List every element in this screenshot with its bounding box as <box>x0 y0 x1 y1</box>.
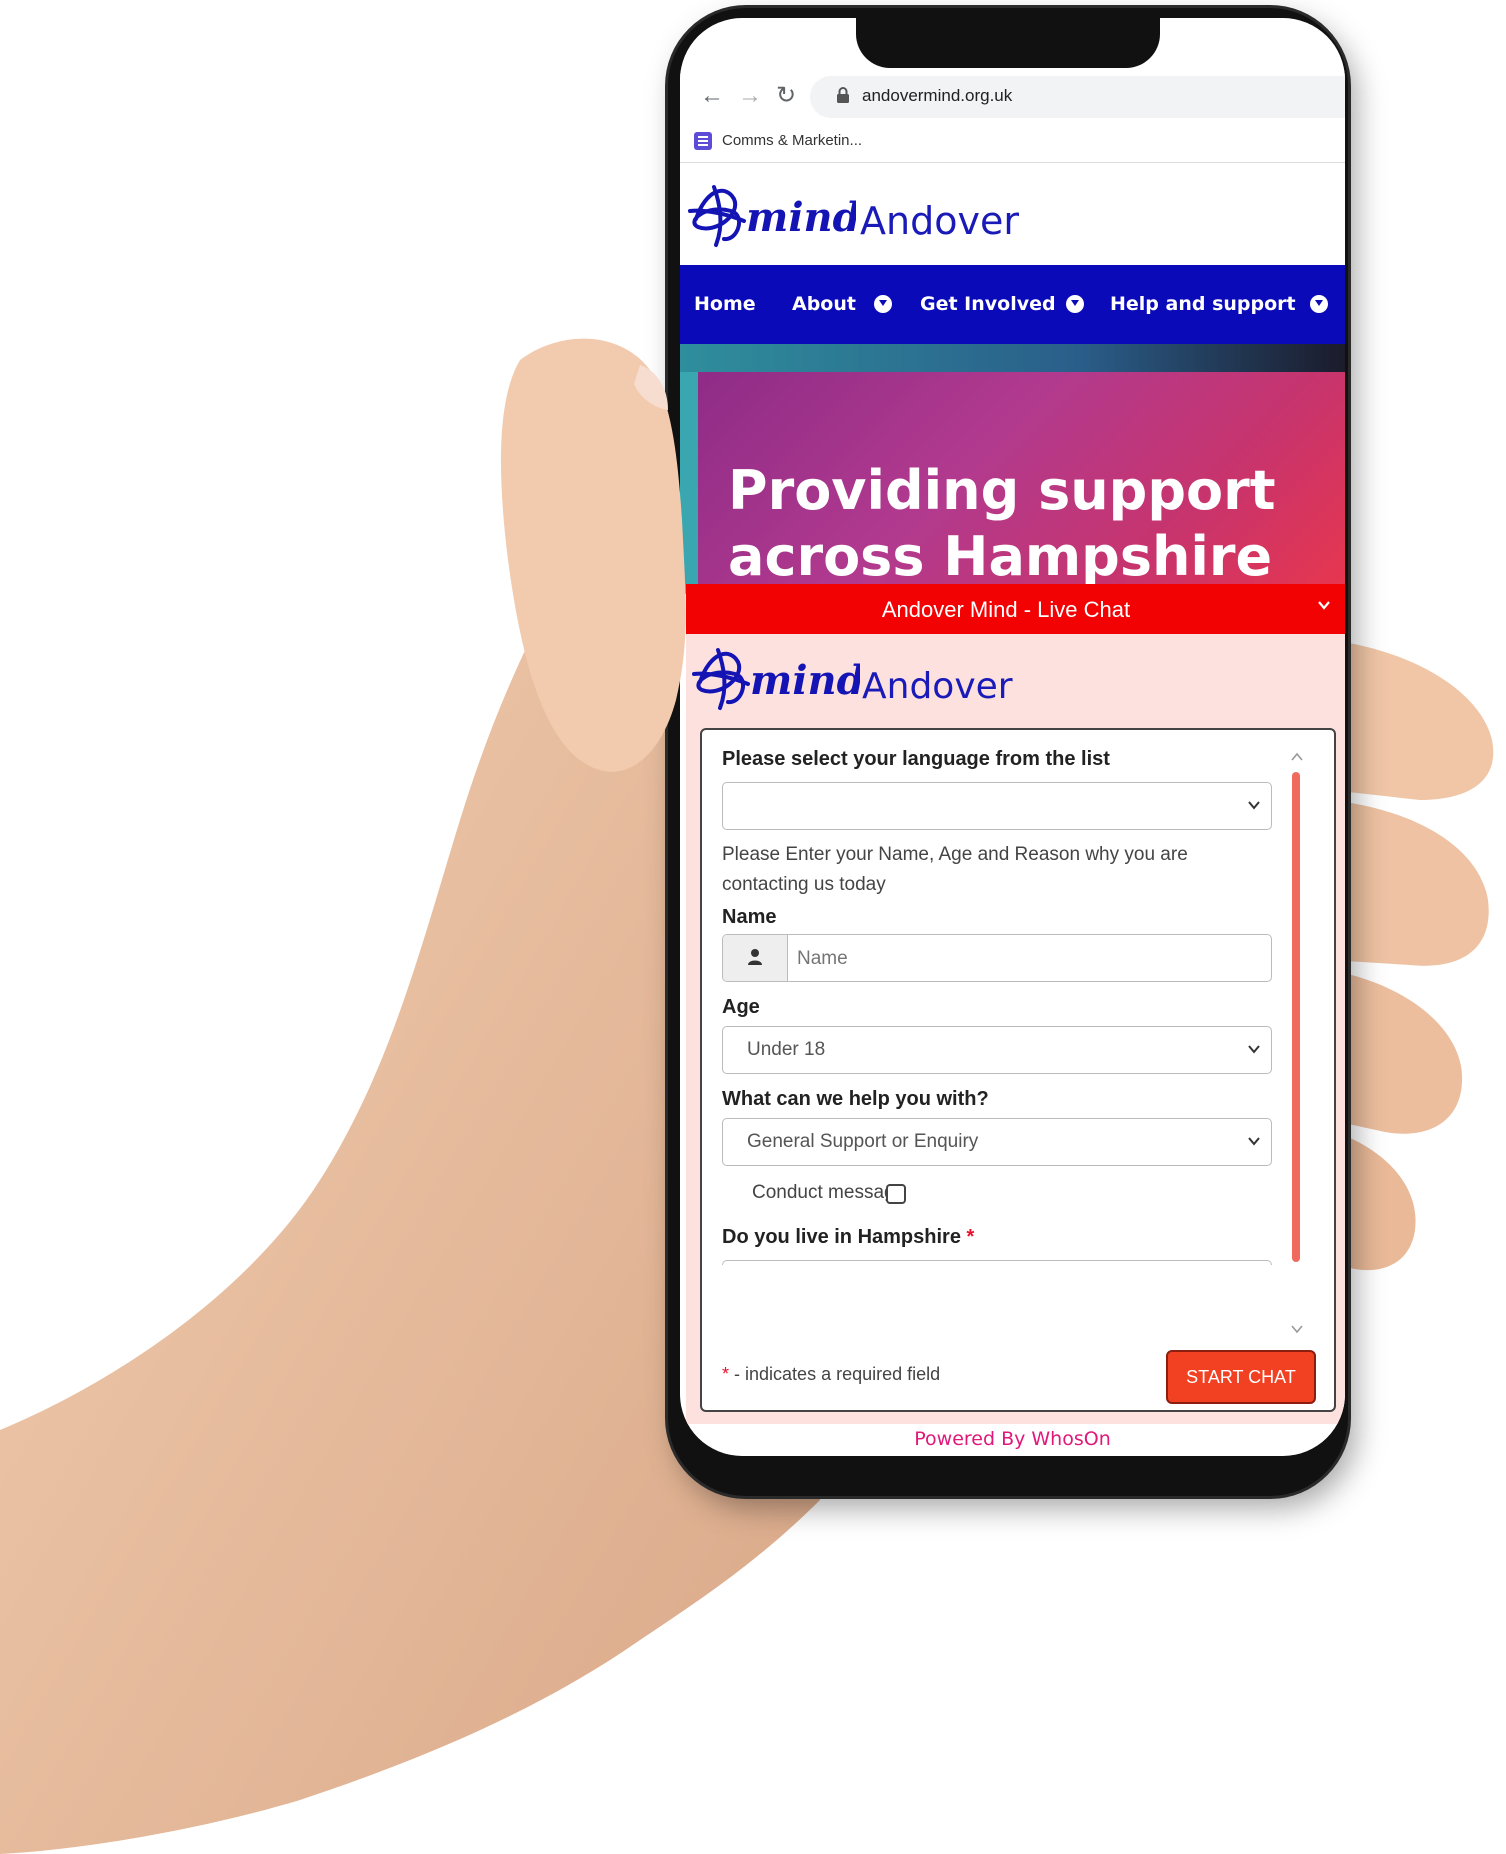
phone-notch <box>856 8 1160 68</box>
forward-icon[interactable]: → <box>738 82 762 110</box>
help-topic-select[interactable]: General Support or Enquiry <box>722 1118 1272 1166</box>
form-instructions: Please Enter your Name, Age and Reason w… <box>722 844 1188 895</box>
start-chat-button[interactable]: START CHAT <box>1166 1350 1316 1404</box>
age-label: Age <box>722 996 760 1018</box>
scroll-down-icon[interactable] <box>1290 1324 1304 1334</box>
help-topic-value: General Support or Enquiry <box>747 1131 979 1152</box>
language-label: Please select your language from the lis… <box>722 748 1110 770</box>
lock-icon <box>837 87 849 103</box>
phone-screen: ← → ↻ andovermind.org.uk Comms & Marketi… <box>680 18 1345 1456</box>
hampshire-select[interactable] <box>722 1260 1272 1265</box>
expand-get-involved-icon[interactable] <box>1066 295 1084 313</box>
browser-toolbar: ← → ↻ andovermind.org.uk <box>680 70 1345 124</box>
svg-text:mind: mind <box>746 194 856 241</box>
hero-banner: Providing support across Hampshire <box>680 344 1345 594</box>
form-scrollbar[interactable] <box>1292 772 1300 1262</box>
address-bar[interactable]: andovermind.org.uk <box>810 76 1345 118</box>
user-icon <box>748 949 762 965</box>
name-field[interactable] <box>722 934 1272 982</box>
svg-text:mind: mind <box>750 657 860 704</box>
bookmark-list-icon <box>694 132 712 150</box>
help-label: What can we help you with? <box>722 1088 989 1110</box>
hampshire-label-text: Do you live in Hampshire <box>722 1226 961 1248</box>
nav-home[interactable]: Home <box>694 293 756 315</box>
name-label: Name <box>722 906 777 928</box>
expand-help-icon[interactable] <box>1310 295 1328 313</box>
live-chat-header[interactable]: Andover Mind - Live Chat <box>686 584 1345 634</box>
age-select-value: Under 18 <box>747 1039 826 1060</box>
site-logo-text: Andover <box>860 199 1019 243</box>
hero-image-strip <box>680 344 1345 372</box>
hero-title-line-1: Providing support <box>728 459 1276 522</box>
expand-about-icon[interactable] <box>874 295 892 313</box>
site-navigation: Home About Get Involved Help and support <box>680 265 1345 344</box>
nav-get-involved[interactable]: Get Involved <box>920 293 1056 315</box>
chevron-down-icon <box>1248 1137 1260 1146</box>
bookmark-item[interactable]: Comms & Marketin... <box>722 132 862 149</box>
chevron-down-icon <box>1248 1045 1260 1054</box>
chat-mind-logo: mind <box>692 648 860 710</box>
user-addon <box>723 935 788 981</box>
required-note-text: - indicates a required field <box>734 1364 941 1384</box>
powered-by-link[interactable]: Powered By WhosOn <box>680 1428 1345 1450</box>
hampshire-label: Do you live in Hampshire * <box>722 1226 974 1249</box>
bookmarks-bar: Comms & Marketin... <box>680 124 1345 163</box>
live-chat-title: Andover Mind - Live Chat <box>881 597 1131 622</box>
age-select[interactable]: Under 18 <box>722 1026 1272 1074</box>
conduct-message-checkbox[interactable] <box>886 1184 906 1204</box>
chevron-down-icon <box>1248 801 1260 810</box>
url-text: andovermind.org.uk <box>862 86 1013 105</box>
scrollbar-thumb[interactable] <box>1292 772 1300 1262</box>
required-asterisk: * <box>966 1226 975 1248</box>
required-field-note: * - indicates a required field <box>722 1364 940 1385</box>
required-note-asterisk: * <box>722 1364 730 1384</box>
back-icon[interactable]: ← <box>700 82 724 110</box>
conduct-message-label: Conduct message <box>752 1182 906 1203</box>
reload-icon[interactable]: ↻ <box>776 82 796 110</box>
site-header: mind Andover <box>680 163 1345 265</box>
chevron-down-icon[interactable] <box>1317 598 1331 612</box>
chat-logo-text: Andover <box>862 666 1013 707</box>
hero-title: Providing support across Hampshire <box>728 458 1276 590</box>
nav-help-and-support[interactable]: Help and support <box>1110 293 1296 315</box>
nav-about[interactable]: About <box>792 293 856 315</box>
name-input[interactable] <box>795 935 1269 981</box>
pre-chat-form: Please select your language from the lis… <box>700 728 1336 1412</box>
live-chat-panel: mind Andover Please select your language… <box>686 634 1345 1424</box>
scroll-up-icon[interactable] <box>1290 752 1304 762</box>
mind-logo[interactable]: mind <box>686 179 856 249</box>
hero-title-line-2: across Hampshire <box>728 525 1273 588</box>
language-select[interactable] <box>722 782 1272 830</box>
